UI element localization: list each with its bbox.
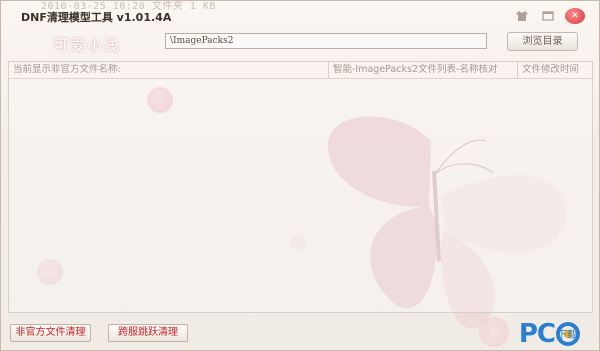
crossserver-clean-button[interactable]: 跨服跳跃清理 (108, 324, 188, 342)
logo-text: PC (518, 319, 556, 349)
window-icon[interactable] (539, 8, 557, 23)
nonofficial-clean-button[interactable]: 非官方文件清理 (10, 324, 91, 342)
column-header-modified-time[interactable]: 文件修改时间 (517, 62, 592, 78)
column-header-nonofficial-name[interactable]: 当前显示非官方文件名称: (9, 62, 328, 78)
brand-script-text: 可爱小浅 (53, 36, 122, 54)
close-icon[interactable]: ✕ (565, 8, 585, 24)
title-controls: ✕ (513, 8, 585, 24)
column-header-smart-check[interactable]: 智能-ImagePacks2文件列表-名称核对 (328, 62, 517, 78)
list-header: 当前显示非官方文件名称: 智能-ImagePacks2文件列表-名称核对 文件修… (9, 62, 592, 79)
app-window: 2010-03-25 10:20 文件夹 1 KB DNF清理模型工具 v1.0… (0, 0, 600, 351)
logo-download-text: 下载 (557, 330, 577, 341)
path-input[interactable]: \ImagePacks2 (165, 33, 487, 49)
browse-button[interactable]: 浏览目录 (507, 32, 578, 51)
file-list[interactable]: 当前显示非官方文件名称: 智能-ImagePacks2文件列表-名称核对 文件修… (8, 61, 593, 313)
shirt-icon[interactable] (513, 8, 531, 23)
window-title: DNF清理模型工具 v1.01.4A (21, 11, 172, 24)
